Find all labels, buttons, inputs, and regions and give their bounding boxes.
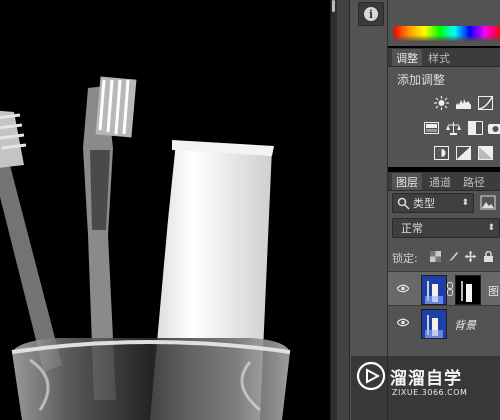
add-adjustment-heading: 添加调整 [397, 73, 446, 87]
curves-icon[interactable] [478, 96, 493, 110]
layers-panel: 图层 通道 路径 类型 ⬍ 正常 ⬍ 锁定: 图 背景 [388, 172, 500, 353]
canvas-scrollbar[interactable] [332, 0, 335, 12]
layer-thumbnail-image [425, 281, 443, 304]
gradient-map-icon[interactable] [456, 146, 471, 160]
blend-mode-value: 正常 [401, 222, 423, 235]
tab-layers[interactable]: 图层 [392, 173, 422, 190]
toothbrush-left [0, 110, 62, 372]
info-panel-button[interactable]: i [358, 2, 384, 26]
watermark-url: ZIXUE.3066.COM [392, 388, 468, 397]
tab-paths[interactable]: 路径 [459, 173, 489, 190]
panel-collapse-strip[interactable] [337, 0, 350, 420]
filter-image-layers-icon[interactable] [480, 195, 496, 210]
mask-link-icon[interactable] [447, 282, 453, 296]
document-canvas[interactable] [0, 0, 330, 420]
info-icon: i [364, 7, 378, 21]
canvas-photo [0, 76, 291, 420]
lock-label: 锁定: [392, 252, 418, 265]
chevron-updown-icon: ⬍ [461, 198, 469, 208]
hue-saturation-icon[interactable] [424, 121, 439, 135]
color-spectrum-bar[interactable] [394, 26, 500, 41]
search-icon [397, 197, 410, 210]
visibility-eye-icon[interactable] [397, 284, 409, 293]
blend-mode-select[interactable]: 正常 ⬍ [392, 218, 500, 238]
layer-name[interactable]: 图 [488, 283, 499, 299]
adjustments-panel: 调整 样式 添加调整 [388, 48, 500, 167]
layer-row-background[interactable]: 背景 [388, 305, 500, 340]
layers-tab-bar: 图层 通道 路径 [388, 173, 500, 191]
lock-all-icon[interactable] [483, 251, 494, 262]
lock-position-icon[interactable] [465, 251, 476, 262]
color-panel [388, 0, 500, 46]
watermark-logo-icon [356, 361, 386, 391]
levels-icon[interactable] [456, 96, 471, 110]
tab-adjustments[interactable]: 调整 [392, 49, 422, 66]
layer-row-1[interactable]: 图 [388, 271, 500, 306]
brightness-contrast-icon[interactable] [434, 96, 449, 110]
layer-thumbnail-image [425, 315, 443, 338]
watermark-title: 溜溜自学 [390, 369, 462, 389]
chevron-updown-icon: ⬍ [487, 223, 495, 233]
adjustments-tab-bar: 调整 样式 [388, 49, 500, 67]
layer-name[interactable]: 背景 [454, 317, 476, 333]
layer-thumbnail [421, 309, 447, 339]
layer-thumbnail [421, 275, 447, 305]
layer-filter-kind-select[interactable]: 类型 ⬍ [392, 193, 474, 213]
lock-transparent-pixels-icon[interactable] [430, 251, 441, 262]
layer-mask-thumbnail[interactable] [455, 275, 481, 305]
lock-image-pixels-icon[interactable] [448, 251, 459, 262]
canvas-panel-divider[interactable] [330, 0, 337, 420]
selective-color-icon[interactable] [478, 146, 493, 160]
black-white-icon[interactable] [468, 121, 483, 135]
photo-filter-icon[interactable] [488, 121, 500, 135]
layer-mask-image [461, 281, 472, 302]
tab-channels[interactable]: 通道 [425, 173, 455, 190]
visibility-eye-icon[interactable] [397, 318, 409, 327]
color-balance-icon[interactable] [446, 121, 461, 135]
glass-cup [11, 338, 291, 420]
tab-styles[interactable]: 样式 [424, 49, 454, 66]
layer-filter-kind-value: 类型 [413, 197, 435, 210]
invert-icon[interactable] [434, 146, 449, 160]
